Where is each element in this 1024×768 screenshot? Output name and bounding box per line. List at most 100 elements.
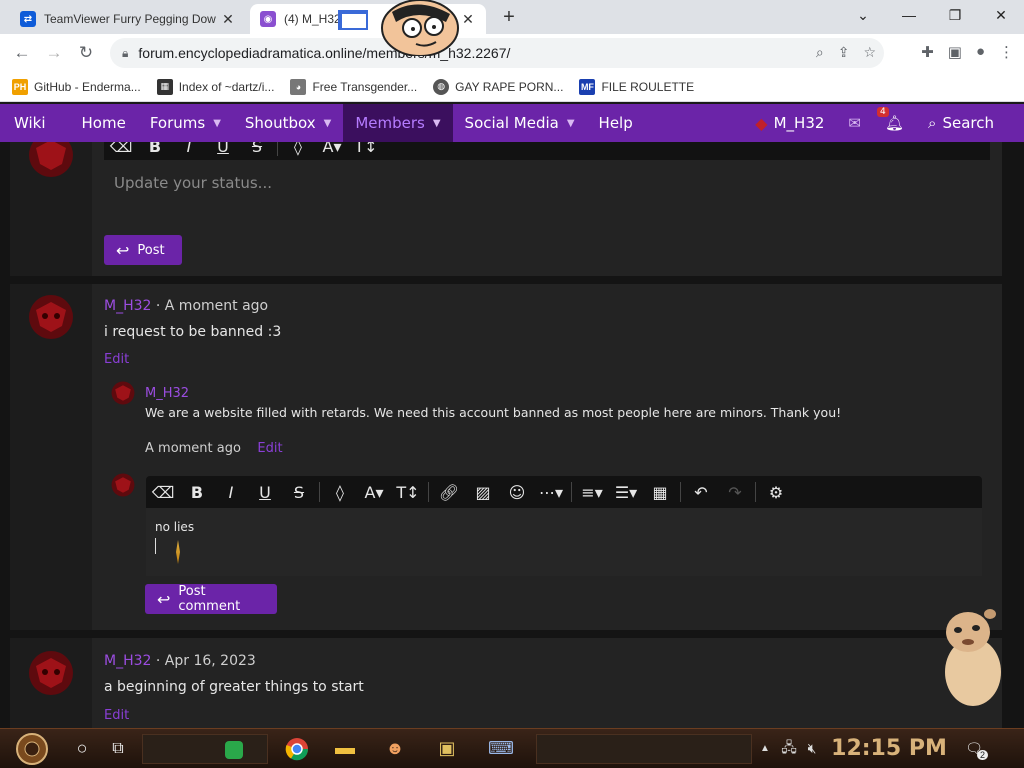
site-navbar: Wiki Home Forums ▼ Shoutbox ▼ Members ▼ Soc… xyxy=(0,104,1024,142)
notification-center-icon[interactable]: 🗨︎ 2 xyxy=(954,734,994,764)
browser-tab-teamviewer[interactable]: ⇄ TeamViewer Furry Pegging Dow ✕ xyxy=(10,4,246,34)
keyboard-app-icon[interactable]: ⌨ xyxy=(474,734,528,764)
forward-icon[interactable]: → xyxy=(42,41,66,65)
nav-search[interactable]: ⌕ Search xyxy=(916,104,1024,142)
underline-icon[interactable]: U xyxy=(206,142,240,162)
bookmark-label: Free Transgender... xyxy=(312,79,418,94)
post-comment-button[interactable]: ↩ Post comment xyxy=(145,584,277,614)
post-author-link[interactable]: M_H32 xyxy=(104,298,151,314)
star-icon[interactable]: ☆ xyxy=(863,44,876,61)
nav-social-media[interactable]: Social Media ▼ xyxy=(453,104,587,142)
volume-muted-icon[interactable]: 🔇︎ xyxy=(800,734,824,764)
address-bar[interactable]: 🔒︎ forum.encyclopediadramatica.online/me… xyxy=(110,38,884,68)
comment-author-link[interactable]: M_H32 xyxy=(145,386,189,401)
italic-icon[interactable]: I xyxy=(172,142,206,162)
task-view-icon[interactable]: ⧉ xyxy=(100,734,136,764)
underline-icon[interactable]: U xyxy=(248,476,282,508)
italic-icon[interactable]: I xyxy=(214,476,248,508)
chevron-down-icon[interactable]: ▼ xyxy=(324,118,332,129)
post-edit-link[interactable]: Edit xyxy=(104,708,129,723)
gear-icon[interactable]: ⚙ xyxy=(759,476,793,508)
chevron-down-icon[interactable]: ▼ xyxy=(567,118,575,129)
menu-icon[interactable]: ⋮ xyxy=(999,43,1014,61)
ph-icon: PH xyxy=(12,78,28,95)
alerts-button[interactable]: 4 🔔︎ xyxy=(873,104,916,142)
image-icon[interactable]: ▨ xyxy=(466,476,500,508)
reload-icon[interactable]: ↻ xyxy=(74,41,98,65)
post-author-link[interactable]: M_H32 xyxy=(104,653,151,669)
share-icon[interactable]: ⇪ xyxy=(838,44,850,61)
comment-edit-link[interactable]: Edit xyxy=(257,441,282,456)
start-button[interactable] xyxy=(0,732,64,765)
globe-icon: ◍ xyxy=(433,78,450,95)
chevron-down-icon[interactable]: ▼ xyxy=(213,118,221,129)
align-icon[interactable]: ≡▾ xyxy=(575,476,609,508)
game-app-icon[interactable]: ▣ xyxy=(420,734,474,764)
extensions-icon[interactable]: ✚ xyxy=(921,43,934,61)
close-window-button[interactable]: ✕ xyxy=(978,0,1024,30)
bookmark-github[interactable]: PH GitHub - Enderma... xyxy=(12,78,141,95)
nav-members[interactable]: Members ▼ xyxy=(343,104,453,142)
font-icon[interactable]: A▾ xyxy=(315,142,349,162)
list-icon[interactable]: ☰▾ xyxy=(609,476,643,508)
color-icon[interactable]: ◊ xyxy=(281,142,315,162)
bold-icon[interactable]: B xyxy=(180,476,214,508)
strikethrough-icon[interactable]: S xyxy=(282,476,316,508)
nav-forums[interactable]: Forums ▼ xyxy=(138,104,233,142)
back-icon[interactable]: ← xyxy=(10,41,34,65)
undo-icon[interactable]: ↶ xyxy=(684,476,718,508)
redo-icon[interactable]: ↷ xyxy=(718,476,752,508)
tab-search-icon[interactable]: ⌄ xyxy=(840,0,886,30)
eraser-icon[interactable]: ⌫ xyxy=(104,142,138,162)
new-tab-button[interactable]: + xyxy=(498,6,520,28)
app-person-icon[interactable]: ☻ xyxy=(370,734,420,764)
more-icon[interactable]: ⋯▾ xyxy=(534,476,568,508)
strikethrough-icon[interactable]: S xyxy=(240,142,274,162)
font-size-icon[interactable]: T↕ xyxy=(391,476,425,508)
bookmark-index[interactable]: ▦ Index of ~dartz/i... xyxy=(156,78,274,95)
smiley-icon[interactable]: ☺ xyxy=(500,476,534,508)
chrome-taskbar-button[interactable] xyxy=(274,734,320,764)
table-icon[interactable]: ▦ xyxy=(643,476,677,508)
bookmark-globe[interactable]: ◍ GAY RAPE PORN... xyxy=(433,78,563,95)
comment-time[interactable]: A moment ago xyxy=(145,441,241,456)
search-icon[interactable]: ⌕ xyxy=(816,44,824,61)
status-input[interactable]: Update your status... xyxy=(114,174,272,192)
post-header: M_H32 · Apr 16, 2023 xyxy=(104,652,256,670)
nav-shoutbox[interactable]: Shoutbox ▼ xyxy=(233,104,343,142)
post-time[interactable]: · A moment ago xyxy=(156,298,268,314)
bold-icon[interactable]: B xyxy=(138,142,172,162)
bookmark-file-roulette[interactable]: MF FILE ROULETTE xyxy=(579,78,694,95)
post-status-button[interactable]: ↩ Post xyxy=(104,235,182,265)
nav-home[interactable]: Home xyxy=(58,104,138,142)
restore-button[interactable]: ❐ xyxy=(932,0,978,30)
network-icon[interactable]: 🖧︎ xyxy=(778,734,800,764)
close-tab-icon[interactable]: ✕ xyxy=(460,11,476,28)
search-circle-icon[interactable]: ○ xyxy=(64,734,100,764)
nav-wiki[interactable]: Wiki xyxy=(0,104,58,142)
link-icon[interactable]: 🔗︎ xyxy=(432,476,466,508)
file-explorer-icon[interactable]: ▬ xyxy=(320,734,370,764)
browser-tab-strip: ⇄ TeamViewer Furry Pegging Dow ✕ ◉ (4) M… xyxy=(0,0,1024,34)
reply-textarea[interactable] xyxy=(146,508,982,576)
notes-app-icon[interactable] xyxy=(225,740,243,759)
site-favicon-icon: ◉ xyxy=(260,11,276,27)
inbox-button[interactable]: ✉ xyxy=(836,104,873,142)
font-size-icon[interactable]: T↕ xyxy=(349,142,383,162)
clock[interactable]: 12:15 PM xyxy=(824,734,954,764)
post-time[interactable]: · Apr 16, 2023 xyxy=(156,653,256,669)
font-icon[interactable]: A▾ xyxy=(357,476,391,508)
side-panel-icon[interactable]: ▣ xyxy=(948,43,962,61)
bookmark-free[interactable]: ◕ Free Transgender... xyxy=(290,78,418,95)
minimize-button[interactable]: — xyxy=(886,0,932,30)
reply-icon: ↩ xyxy=(116,240,130,260)
chevron-down-icon[interactable]: ▼ xyxy=(433,118,441,129)
nav-help[interactable]: Help xyxy=(587,104,645,142)
nav-user-account[interactable]: ◆ M_H32 xyxy=(743,104,836,142)
eraser-icon[interactable]: ⌫ xyxy=(146,476,180,508)
profile-icon[interactable]: ● xyxy=(976,43,985,61)
chevron-up-icon[interactable]: ▲ xyxy=(752,734,778,764)
post-edit-link[interactable]: Edit xyxy=(104,352,129,367)
close-tab-icon[interactable]: ✕ xyxy=(220,11,236,28)
color-icon[interactable]: ◊ xyxy=(323,476,357,508)
